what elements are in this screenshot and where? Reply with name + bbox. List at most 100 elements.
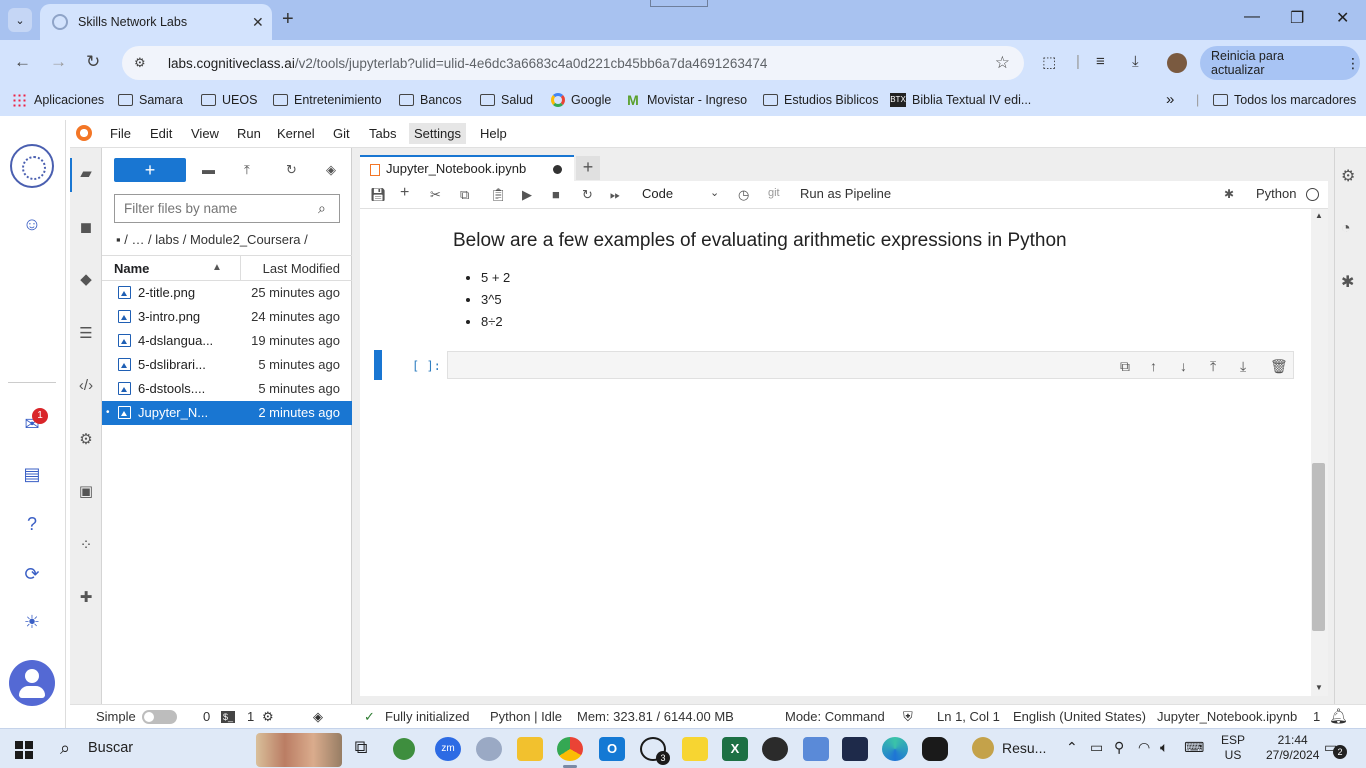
- menu-file[interactable]: File: [105, 126, 136, 141]
- game-app-icon[interactable]: [922, 737, 948, 761]
- wifi-icon[interactable]: ◠: [1138, 739, 1150, 756]
- spellcheck-language[interactable]: English (United States): [1013, 709, 1146, 724]
- chevron-down-icon[interactable]: ⌄: [710, 186, 719, 199]
- menu-help[interactable]: Help: [475, 126, 512, 141]
- lsp-status[interactable]: Fully initialized: [385, 709, 470, 724]
- bookmark-bancos[interactable]: Bancos: [399, 93, 462, 107]
- bookmark-entretenimiento[interactable]: Entretenimiento: [273, 93, 382, 107]
- restart-run-all-icon[interactable]: ⏩︎: [610, 187, 620, 203]
- box-app-icon[interactable]: [803, 737, 829, 761]
- task-view-icon[interactable]: ⧉: [348, 737, 374, 761]
- run-icon[interactable]: ▶: [522, 187, 532, 203]
- elyra-components-icon[interactable]: ⁘: [76, 536, 96, 556]
- cursor-position[interactable]: Ln 1, Col 1: [937, 709, 1000, 724]
- stop-icon[interactable]: ■: [552, 187, 560, 202]
- folder-icon[interactable]: ▰: [76, 164, 96, 184]
- window-drag-grip[interactable]: [650, 0, 708, 7]
- menu-view[interactable]: View: [186, 126, 224, 141]
- file-row[interactable]: 2-title.png 25 minutes ago: [102, 281, 352, 305]
- insert-cell-icon[interactable]: +: [400, 184, 409, 202]
- more-menu-icon[interactable]: ⋮: [1346, 55, 1360, 72]
- profile-avatar[interactable]: [1167, 53, 1187, 73]
- file-row[interactable]: 5-dslibrari... 5 minutes ago: [102, 353, 352, 377]
- simple-mode-toggle[interactable]: [142, 710, 177, 724]
- restart-to-update-button[interactable]: Reinicia para actualizar ⋮: [1200, 46, 1360, 80]
- scroll-up-icon[interactable]: ▲: [1315, 211, 1323, 220]
- whatsapp-icon[interactable]: 3: [640, 737, 670, 765]
- minimize-button[interactable]: —: [1244, 8, 1260, 26]
- download-icon[interactable]: ⤓: [1132, 53, 1139, 70]
- table-of-contents-icon[interactable]: ☰: [76, 324, 96, 344]
- code-snippets-icon[interactable]: ‹/›: [76, 376, 96, 396]
- git-clone-icon[interactable]: ◈: [326, 162, 336, 178]
- move-up-icon[interactable]: ↑: [1150, 358, 1157, 374]
- edge-icon[interactable]: [882, 737, 908, 761]
- new-launcher-tab-button[interactable]: +: [576, 156, 600, 180]
- skills-network-logo-icon[interactable]: [10, 144, 54, 188]
- back-arrow-icon[interactable]: ←: [14, 52, 31, 72]
- url-text[interactable]: labs.cognitiveclass.ai/v2/tools/jupyterl…: [168, 56, 995, 71]
- property-inspector-icon[interactable]: ⚙: [1341, 166, 1355, 186]
- app-green-icon[interactable]: [393, 738, 415, 760]
- sticky-notes-icon[interactable]: [682, 737, 708, 761]
- running-kernels-icon[interactable]: ◼: [76, 218, 96, 238]
- bookmark-aplicaciones[interactable]: Aplicaciones: [12, 93, 104, 107]
- copy-icon[interactable]: ⧉: [460, 187, 469, 203]
- breadcrumb[interactable]: ▪ / … / labs / Module2_Coursera /: [116, 232, 308, 247]
- resource-usage-icon[interactable]: ◔: [1341, 220, 1351, 238]
- usb-icon[interactable]: ⚲: [1114, 739, 1124, 756]
- github-icon[interactable]: [762, 737, 788, 761]
- dev-app-icon[interactable]: [842, 737, 868, 761]
- menu-tabs[interactable]: Tabs: [364, 126, 401, 141]
- scrollbar-thumb[interactable]: [1312, 463, 1325, 631]
- git-diff-button[interactable]: git: [768, 187, 780, 199]
- new-tab-button[interactable]: +: [282, 8, 294, 31]
- scroll-down-icon[interactable]: ▼: [1315, 683, 1323, 692]
- battery-icon[interactable]: ▭: [1090, 739, 1103, 756]
- chrome-icon[interactable]: [557, 737, 583, 768]
- document-icon[interactable]: ▤: [20, 462, 44, 486]
- file-row[interactable]: 4-dslangua... 19 minutes ago: [102, 329, 352, 353]
- git-status-icon[interactable]: ◈: [313, 709, 323, 725]
- delete-cell-icon[interactable]: 🗑︎: [1270, 358, 1288, 375]
- git-icon[interactable]: ◆: [76, 270, 96, 290]
- site-settings-icon[interactable]: ⚙: [134, 55, 152, 71]
- help-icon[interactable]: ?: [20, 512, 44, 536]
- excel-icon[interactable]: X: [722, 737, 748, 761]
- paste-icon[interactable]: 📋︎: [490, 187, 507, 203]
- input-language[interactable]: ESP US: [1221, 733, 1245, 763]
- duplicate-cell-icon[interactable]: ⧉: [1120, 358, 1130, 375]
- restore-button[interactable]: ❐: [1290, 8, 1304, 28]
- menu-git[interactable]: Git: [328, 126, 355, 141]
- paint-icon[interactable]: [476, 737, 502, 761]
- bookmark-estudios-biblicos[interactable]: Estudios Biblicos: [763, 93, 879, 107]
- file-row[interactable]: 6-dstools.... 5 minutes ago: [102, 377, 352, 401]
- bookmark-salud[interactable]: Salud: [480, 93, 533, 107]
- column-divider[interactable]: [240, 256, 241, 281]
- notebook-tab[interactable]: Jupyter_Notebook.ipynb: [360, 155, 574, 181]
- commands-icon[interactable]: ▣: [76, 482, 96, 502]
- close-window-button[interactable]: ✕: [1336, 8, 1349, 28]
- chevron-up-icon[interactable]: ⌃: [1066, 739, 1078, 756]
- windows-start-icon[interactable]: [15, 741, 33, 759]
- notebook-content[interactable]: Below are a few examples of evaluating a…: [360, 209, 1328, 696]
- menu-kernel[interactable]: Kernel: [272, 126, 320, 141]
- trust-shield-icon[interactable]: ⛨: [903, 709, 913, 725]
- taskbar-weather-widget[interactable]: Resu...: [972, 737, 1062, 761]
- save-icon[interactable]: 💾︎: [370, 187, 387, 203]
- insert-below-icon[interactable]: ⤓: [1240, 358, 1246, 375]
- bookmark-google[interactable]: Google: [551, 93, 611, 107]
- tab-search-button[interactable]: ⌄: [8, 8, 32, 32]
- debugger-icon[interactable]: ✱: [1224, 187, 1234, 201]
- property-inspector-icon[interactable]: ⚙: [76, 430, 96, 450]
- upload-icon[interactable]: ⤒: [244, 162, 250, 178]
- file-explorer-icon[interactable]: [517, 737, 543, 761]
- notebook-scrollbar[interactable]: ▲ ▼: [1311, 209, 1328, 696]
- forward-arrow-icon[interactable]: →: [50, 52, 67, 72]
- code-cell-active[interactable]: [ ]: ⧉ ↑ ↓ ⤒ ⤓ 🗑︎: [374, 350, 1294, 380]
- chat-icon[interactable]: ☺: [20, 212, 44, 236]
- new-launcher-button[interactable]: +: [114, 158, 186, 182]
- reload-icon[interactable]: ↻: [86, 52, 100, 72]
- kernel-status[interactable]: Python | Idle: [490, 709, 562, 724]
- bookmarks-overflow-button[interactable]: »: [1166, 91, 1174, 108]
